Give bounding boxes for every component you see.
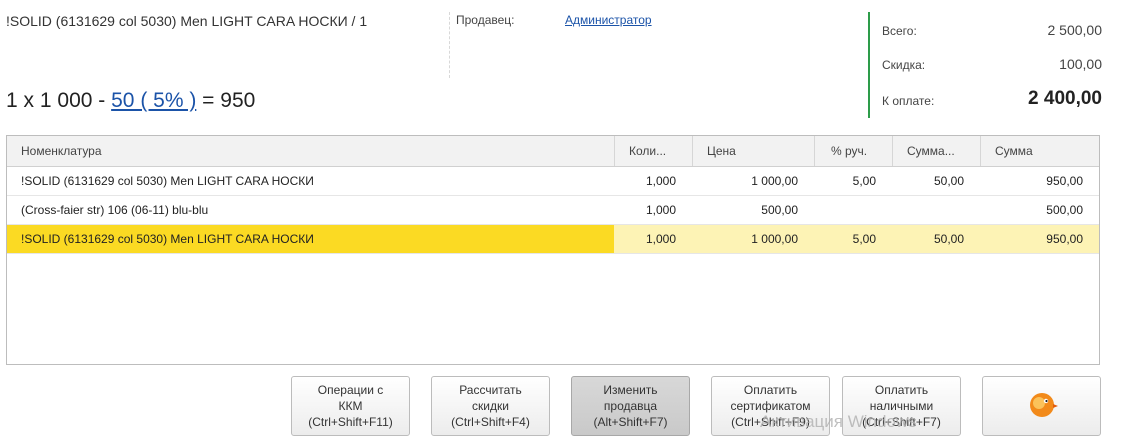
cell-price: 1 000,00 bbox=[751, 174, 798, 188]
table-header: Номенклатура Коли... Цена % руч. Сумма..… bbox=[7, 136, 1099, 167]
cell-name: (Cross-faier str) 106 (06-11) blu-blu bbox=[21, 203, 209, 217]
button-line: Изменить bbox=[603, 383, 658, 397]
cell-pct: 5,00 bbox=[814, 225, 892, 253]
windows-activation-watermark: Активация Windows bbox=[760, 412, 917, 431]
col-header-name[interactable]: Номенклатура bbox=[7, 136, 614, 166]
change-seller-button[interactable]: Изменить продавца (Alt+Shift+F7) bbox=[571, 376, 690, 436]
discount-label: Скидка: bbox=[882, 58, 926, 72]
col-header-pct[interactable]: % руч. bbox=[814, 136, 892, 166]
items-table[interactable]: Номенклатура Коли... Цена % руч. Сумма..… bbox=[6, 135, 1100, 365]
item-title: !SOLID (6131629 col 5030) Men LIGHT CARA… bbox=[6, 13, 368, 29]
discount-value: 100,00 bbox=[1059, 56, 1102, 72]
cell-disc bbox=[892, 196, 980, 224]
cell-disc: 50,00 bbox=[933, 174, 964, 188]
cell-sum: 500,00 bbox=[1046, 203, 1083, 217]
button-line: Операции с bbox=[317, 383, 384, 397]
discount-row: Скидка: 100,00 bbox=[882, 56, 1102, 76]
total-row: Всего: 2 500,00 bbox=[882, 22, 1102, 42]
col-header-disc[interactable]: Сумма... bbox=[892, 136, 980, 166]
calc-minus: - bbox=[98, 89, 106, 112]
table-row[interactable]: !SOLID (6131629 col 5030) Men LIGHT CARA… bbox=[7, 167, 1099, 196]
bird-button[interactable] bbox=[982, 376, 1101, 436]
button-shortcut: (Alt+Shift+F7) bbox=[593, 415, 668, 429]
total-value: 2 500,00 bbox=[1047, 22, 1103, 38]
kkm-operations-button[interactable]: Операции с ККМ (Ctrl+Shift+F11) bbox=[291, 376, 410, 436]
cell-sum: 950,00 bbox=[980, 225, 1099, 253]
cell-sum: 950,00 bbox=[1046, 174, 1083, 188]
cell-name: !SOLID (6131629 col 5030) Men LIGHT CARA… bbox=[7, 225, 614, 253]
cell-disc: 50,00 bbox=[892, 225, 980, 253]
pay-row: К оплате: 2 400,00 bbox=[882, 88, 1102, 116]
seller-label: Продавец: bbox=[456, 13, 515, 27]
table-row[interactable]: (Cross-faier str) 106 (06-11) blu-blu 1,… bbox=[7, 196, 1099, 225]
table-row-selected[interactable]: !SOLID (6131629 col 5030) Men LIGHT CARA… bbox=[7, 225, 1099, 254]
pay-label: К оплате: bbox=[882, 94, 935, 108]
seller-link[interactable]: Администратор bbox=[565, 13, 652, 27]
button-line: Рассчитать bbox=[459, 383, 522, 397]
discount-link[interactable]: 50 ( 5% ) bbox=[111, 89, 196, 112]
calc-line: 1 x 1 000 - 50 ( 5% ) = 950 bbox=[6, 89, 255, 113]
cell-qty: 1,000 bbox=[645, 174, 676, 188]
button-line: скидки bbox=[472, 399, 509, 413]
totals-panel: Всего: 2 500,00 Скидка: 100,00 К оплате:… bbox=[868, 12, 1110, 118]
col-header-price[interactable]: Цена bbox=[692, 136, 814, 166]
cell-qty: 1,000 bbox=[614, 225, 692, 253]
button-shortcut: (Ctrl+Shift+F11) bbox=[308, 415, 393, 429]
calc-quantity: 1 bbox=[6, 89, 18, 112]
calculate-discounts-button[interactable]: Рассчитать скидки (Ctrl+Shift+F4) bbox=[431, 376, 550, 436]
header-divider bbox=[449, 12, 450, 78]
cell-pct bbox=[814, 196, 892, 224]
col-header-sum[interactable]: Сумма bbox=[980, 136, 1099, 166]
col-header-qty[interactable]: Коли... bbox=[614, 136, 692, 166]
calc-result: 950 bbox=[220, 89, 256, 112]
button-line: продавца bbox=[603, 399, 658, 413]
cell-pct: 5,00 bbox=[852, 174, 876, 188]
button-line: ККМ bbox=[338, 399, 363, 413]
calc-price: 1 000 bbox=[39, 89, 93, 112]
cell-qty: 1,000 bbox=[645, 203, 676, 217]
pay-value: 2 400,00 bbox=[1028, 88, 1102, 109]
cell-price: 1 000,00 bbox=[692, 225, 814, 253]
button-shortcut: (Ctrl+Shift+F4) bbox=[451, 415, 530, 429]
total-label: Всего: bbox=[882, 24, 917, 38]
cell-name: !SOLID (6131629 col 5030) Men LIGHT CARA… bbox=[21, 174, 314, 188]
calc-equals: = bbox=[202, 89, 215, 112]
cell-price: 500,00 bbox=[761, 203, 798, 217]
button-line: Оплатить bbox=[874, 383, 929, 397]
bird-icon bbox=[1029, 393, 1058, 417]
calc-times: x bbox=[23, 89, 35, 112]
button-line: Оплатить bbox=[743, 383, 798, 397]
